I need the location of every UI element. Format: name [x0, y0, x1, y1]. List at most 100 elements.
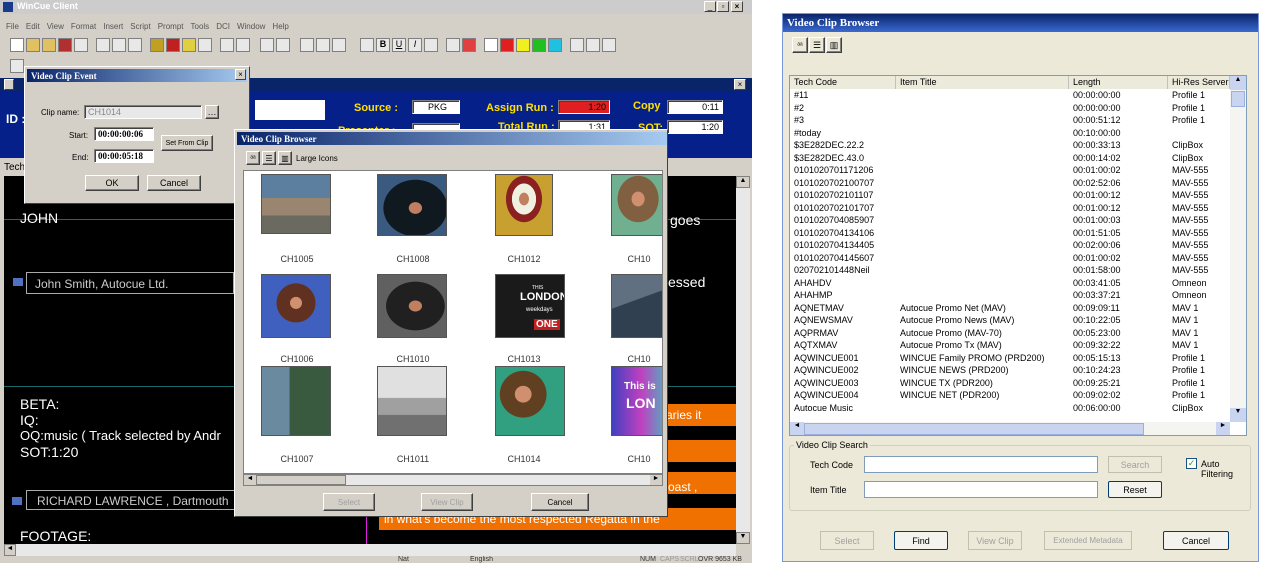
list-hscroll[interactable]: ◄ ► [790, 422, 1230, 435]
clip-event-ok-button[interactable]: OK [85, 175, 139, 191]
clip-event-close-icon[interactable]: × [235, 69, 246, 80]
grid-icon[interactable] [300, 38, 314, 52]
clip-row[interactable]: AQNETMAV Autocue Promo Net (MAV) 00:09:09:… [790, 303, 1230, 316]
list-vscroll[interactable]: ▲ ▼ [1230, 76, 1246, 422]
clip-icon[interactable] [150, 38, 164, 52]
open-folder-icon[interactable] [42, 38, 56, 52]
clip-row[interactable]: $3E282DEC.43.0 00:00:14:02 ClipBox [790, 153, 1230, 166]
source-field[interactable]: PKG [412, 100, 460, 114]
thumb-ch1012[interactable] [495, 174, 553, 236]
clip-row[interactable]: #3 00:00:51:12 Profile 1 [790, 115, 1230, 128]
clip-row[interactable]: 0101020702101707 00:01:00:12 MAV-555 [790, 203, 1230, 216]
details-view-icon[interactable]: ▥ [278, 151, 292, 165]
clip-row[interactable]: #11 00:00:00:00 Profile 1 [790, 90, 1230, 103]
highlight-icon[interactable] [424, 38, 438, 52]
thumb-ch1008[interactable] [377, 174, 447, 236]
thumb-ch1005[interactable] [261, 174, 331, 234]
clip-name-field[interactable]: CH1014 [84, 105, 202, 119]
doc-close-icon[interactable]: × [734, 79, 746, 90]
auto-filtering-checkbox[interactable]: ✓ [1186, 458, 1197, 469]
save-icon[interactable] [58, 38, 72, 52]
script-scrollbar[interactable]: ▲ ▼ [736, 176, 750, 544]
cut-icon[interactable] [96, 38, 110, 52]
browser-small-select-button[interactable]: Select [323, 493, 375, 511]
clip-row[interactable]: Autocue Music 00:06:00:00 ClipBox [790, 403, 1230, 416]
thumb-ch1006[interactable] [261, 274, 331, 338]
clip-row[interactable]: AHAHMP 00:03:37:21 Omneon [790, 290, 1230, 303]
scroll-up-icon[interactable]: ▲ [736, 176, 750, 188]
clip-row[interactable]: 0101020702100707 00:02:52:06 MAV-555 [790, 178, 1230, 191]
clip-row[interactable]: #2 00:00:00:00 Profile 1 [790, 103, 1230, 116]
columns-icon[interactable] [276, 38, 290, 52]
paste-icon[interactable] [128, 38, 142, 52]
hscroll-right-icon[interactable]: ► [650, 475, 662, 485]
hscroll-thumb[interactable] [256, 475, 346, 485]
underline-icon[interactable]: U [392, 38, 406, 52]
clip-row[interactable]: AQPRMAV Autocue Promo (MAV-70) 00:05:23:00… [790, 328, 1230, 341]
split-icon[interactable] [236, 38, 250, 52]
col-hires-server[interactable]: Hi-Res Server [1168, 76, 1230, 89]
copy-icon[interactable] [112, 38, 126, 52]
close-icon[interactable]: × [731, 1, 743, 12]
vscroll-up-icon[interactable]: ▲ [1230, 76, 1246, 90]
grid2-icon[interactable] [316, 38, 330, 52]
align-center-icon[interactable] [586, 38, 600, 52]
color-cyan-icon[interactable] [548, 38, 562, 52]
set-from-clip-button[interactable]: Set From Clip [161, 135, 213, 151]
thumb-ch1011[interactable] [377, 366, 447, 436]
align-left-icon[interactable] [570, 38, 584, 52]
menu-file[interactable]: File [6, 22, 19, 31]
minimize-icon[interactable]: _ [704, 1, 716, 12]
color-green-icon[interactable] [532, 38, 546, 52]
hscroll-left-icon[interactable]: ◄ [244, 475, 256, 485]
size-icon[interactable] [446, 38, 460, 52]
link-icon[interactable] [198, 38, 212, 52]
clip-row[interactable]: 0101020704134106 00:01:51:05 MAV-555 [790, 228, 1230, 241]
color-red-icon[interactable] [500, 38, 514, 52]
star-icon[interactable] [462, 38, 476, 52]
clip-row[interactable]: AQTXMAV Autocue Promo Tx (MAV) 00:09:32:22… [790, 340, 1230, 353]
thumb-ch10-a[interactable] [611, 174, 662, 236]
menu-format[interactable]: Format [71, 22, 96, 31]
browser-small-cancel-button[interactable]: Cancel [531, 493, 589, 511]
clip-browse-button[interactable]: … [205, 105, 219, 119]
large-details-icon[interactable]: ▥ [826, 37, 842, 53]
clip-row[interactable]: #today 00:10:00:00 [790, 128, 1230, 141]
clip-row[interactable]: AQWINCUE002 WINCUE NEWS (PRD200) 00:10:24:… [790, 365, 1230, 378]
thumb-grid[interactable]: CH1005 CH1008 CH1012 CH10 CH1006 CH1010 … [243, 170, 663, 474]
clip-row[interactable]: 0101020704085907 00:01:00:03 MAV-555 [790, 215, 1230, 228]
large-cancel-button[interactable]: Cancel [1163, 531, 1229, 550]
thumb-ch1013[interactable]: THIS LONDON weekdays ONE [495, 274, 565, 338]
col-item-title[interactable]: Item Title [896, 76, 1069, 89]
thumb-ch10-c[interactable]: This is LON [611, 366, 662, 436]
hscrollbar[interactable]: ◄ [4, 544, 736, 556]
clip-row[interactable]: 020702101448Neil 00:01:58:00 MAV-555 [790, 265, 1230, 278]
menu-prompt[interactable]: Prompt [158, 22, 184, 31]
clip-row[interactable]: 0101020702101107 00:01:00:12 MAV-555 [790, 190, 1230, 203]
small-icons-view-icon[interactable]: ᵃᵃ [246, 151, 260, 165]
search-button[interactable]: Search [1108, 456, 1162, 473]
scroll-down-icon[interactable]: ▼ [736, 532, 750, 544]
color-white-icon[interactable] [484, 38, 498, 52]
clip-row[interactable]: AQNEWSMAV Autocue Promo News (MAV) 00:10:2… [790, 315, 1230, 328]
italic-icon[interactable]: I [408, 38, 422, 52]
assign-run-field[interactable]: 1:20 [558, 100, 610, 114]
menu-dci[interactable]: DCI [216, 22, 230, 31]
menu-window[interactable]: Window [237, 22, 265, 31]
list-hscroll-right-icon[interactable]: ► [1216, 422, 1230, 435]
color-yellow-icon[interactable] [516, 38, 530, 52]
copy-field[interactable]: 0:11 [667, 100, 723, 114]
clip-row[interactable]: AQWINCUE003 WINCUE TX (PDR200) 00:09:25:21… [790, 378, 1230, 391]
sot-field[interactable]: 1:20 [667, 120, 723, 134]
start-field[interactable]: 00:00:00:06 [94, 127, 154, 141]
large-small-icons-icon[interactable]: ᵃᵃ [792, 37, 808, 53]
menu-help[interactable]: Help [272, 22, 288, 31]
large-select-button[interactable]: Select [820, 531, 874, 550]
open-icon[interactable] [26, 38, 40, 52]
clip-row[interactable]: $3E282DEC.22.2 00:00:33:13 ClipBox [790, 140, 1230, 153]
print-icon[interactable] [74, 38, 88, 52]
extended-metadata-button[interactable]: Extended Metadata [1044, 531, 1132, 550]
maximize-icon[interactable]: ▫ [717, 1, 729, 12]
tech-code-input[interactable] [864, 456, 1098, 473]
align-right-icon[interactable] [602, 38, 616, 52]
